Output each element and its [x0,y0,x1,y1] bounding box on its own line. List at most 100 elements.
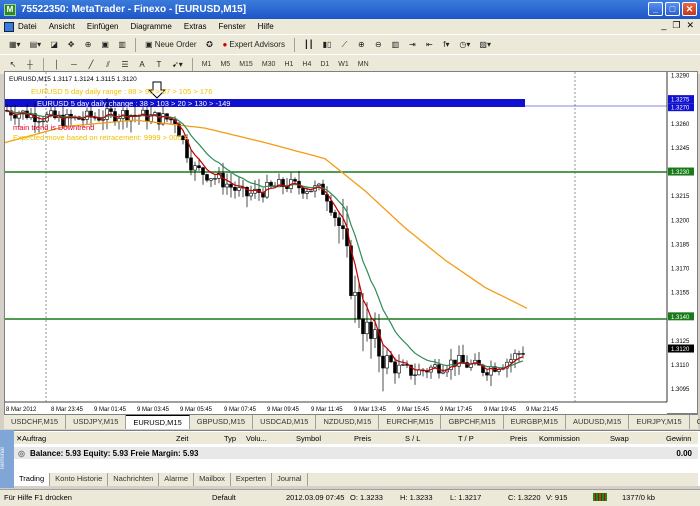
new-chart-icon[interactable]: ▦▾ [6,38,24,52]
symbol-tab[interactable]: AUDUSD,M15 [566,415,630,429]
time-tick-label: 9 Mar 05:45 [180,407,213,413]
strategy-tester-icon[interactable]: ▥ [115,38,129,52]
close-button[interactable]: ✕ [682,2,697,16]
timeframe-m15[interactable]: M15 [236,61,256,68]
col-preis[interactable]: Preis [354,434,371,443]
chart-window[interactable]: EURUSD,M15 1.3117 1.3124 1.3115 1.3120 E… [4,71,699,415]
symbol-tab[interactable]: USDCAD,M15 [253,415,317,429]
candle-body [49,110,53,115]
status-datetime: 2012.03.09 07:45 [286,493,345,502]
menu-datei[interactable]: Datei [18,22,37,31]
trendline-icon[interactable]: ╱ [84,58,98,72]
candle-body [337,217,341,226]
candle-body [109,108,113,112]
tab-experten[interactable]: Experten [231,473,272,486]
candle-body [41,120,45,123]
timeframe-m1[interactable]: M1 [199,61,215,68]
tab-alarme[interactable]: Alarme [159,473,195,486]
status-help: Für Hilfe F1 drücken [4,493,72,502]
col-kommission[interactable]: Kommission [539,434,580,443]
profiles-icon[interactable]: ▤▾ [27,38,45,52]
crosshair-icon[interactable]: ┼ [23,58,37,72]
symbol-tab[interactable]: NZDUSD,M15 [316,415,380,429]
cursor-icon[interactable]: ↖ [6,58,20,72]
menu-extras[interactable]: Extras [184,22,207,31]
market-watch-icon[interactable]: ◪ [47,38,61,52]
bar-chart-icon[interactable]: ┃┃ [301,38,317,52]
tile-windows-icon[interactable]: ▥ [388,38,402,52]
terminal-icon[interactable]: ▣ [98,38,112,52]
col-preis2[interactable]: Preis [510,434,527,443]
chart-shift-icon[interactable]: ⇥ [405,38,419,52]
tab-journal[interactable]: Journal [272,473,308,486]
data-window-icon[interactable]: ⊕ [81,38,95,52]
price-tick-label: 1.3140 [671,315,690,321]
price-chart[interactable]: EURUSD,M15 1.3117 1.3124 1.3115 1.3120 E… [5,72,699,415]
zoom-out-icon[interactable]: ⊖ [371,38,385,52]
main-trend-text: main trend is Downtrend [13,123,94,132]
text-label-icon[interactable]: T [152,58,166,72]
tab-nachrichten[interactable]: Nachrichten [108,473,160,486]
navigator-icon[interactable]: ✥ [64,38,78,52]
timeframe-m5[interactable]: M5 [217,61,233,68]
vertical-line-icon[interactable]: │ [50,58,64,72]
timeframe-h1[interactable]: H1 [281,61,296,68]
col-auftrag[interactable]: Auftrag [22,434,46,443]
col-swap[interactable]: Swap [610,434,629,443]
menu-diagramme[interactable]: Diagramme [131,22,172,31]
symbol-tab[interactable]: EURGBP,M15 [504,415,566,429]
symbol-tab[interactable]: GBPCHF,M15 [441,415,504,429]
menu-hilfe[interactable]: Hilfe [258,22,274,31]
candle-body [401,364,405,366]
balance-row[interactable]: ◎ Balance: 5.93 Equity: 5.93 Freie Margi… [14,447,698,459]
price-tick-label: 1.3230 [671,170,690,176]
templates-icon[interactable]: ▨▾ [476,38,494,52]
mdi-minimize-icon[interactable]: _ [661,20,666,31]
text-icon[interactable]: A [135,58,149,72]
symbol-tab[interactable]: EURJPY,M15 [629,415,690,429]
col-sl[interactable]: S / L [405,434,420,443]
autoscroll-icon[interactable]: ⇤ [422,38,436,52]
mdi-restore-icon[interactable]: ❐ [672,20,680,31]
col-tp[interactable]: T / P [458,434,474,443]
symbol-tab[interactable]: USDJPY,M15 [66,415,127,429]
new-order-button[interactable]: ▣ Neue Order [142,38,199,52]
col-zeit[interactable]: Zeit [176,434,189,443]
tab-konto-historie[interactable]: Konto Historie [50,473,109,486]
timeframe-d1[interactable]: D1 [317,61,332,68]
maximize-button[interactable]: □ [665,2,680,16]
menu-einfuegen[interactable]: Einfügen [87,22,119,31]
periods-icon[interactable]: ◷▾ [456,38,473,52]
tab-trading[interactable]: Trading [14,473,51,486]
menu-ansicht[interactable]: Ansicht [49,22,75,31]
timeframe-h4[interactable]: H4 [299,61,314,68]
candle-body [81,118,85,121]
channel-icon[interactable]: ⫽ [101,58,115,72]
zoom-in-icon[interactable]: ⊕ [354,38,368,52]
timeframe-m30[interactable]: M30 [259,61,279,68]
col-volume[interactable]: Volu... [246,434,267,443]
line-chart-icon[interactable]: ⟋ [337,38,351,52]
arrows-icon[interactable]: ➹▾ [169,58,186,72]
symbol-tab-active[interactable]: EURUSD,M15 [126,415,190,429]
candle-body [269,182,273,187]
timeframe-mn[interactable]: MN [355,61,372,68]
menu-fenster[interactable]: Fenster [219,22,246,31]
col-typ[interactable]: Typ [224,434,236,443]
symbol-tab[interactable]: GBPUSD,M15 [190,415,254,429]
mdi-close-icon[interactable]: ✕ [686,20,694,31]
expert-advisors-button[interactable]: ● Expert Advisors [220,38,288,52]
candlestick-icon[interactable]: ▮▯ [320,38,335,52]
indicators-icon[interactable]: f▾ [439,38,453,52]
minimize-button[interactable]: _ [648,2,663,16]
fibonacci-icon[interactable]: ☰ [118,58,132,72]
metaeditor-icon[interactable]: ✪ [203,38,217,52]
horizontal-line-icon[interactable]: ─ [67,58,81,72]
col-gewinn[interactable]: Gewinn [666,434,691,443]
symbol-tab[interactable]: EURCHF,M15 [379,415,442,429]
tab-mailbox[interactable]: Mailbox [194,473,231,486]
col-symbol[interactable]: Symbol [296,434,321,443]
timeframe-w1[interactable]: W1 [335,61,352,68]
symbol-tab[interactable]: GBPJ [690,415,700,429]
symbol-tab[interactable]: USDCHF,M15 [4,415,67,429]
